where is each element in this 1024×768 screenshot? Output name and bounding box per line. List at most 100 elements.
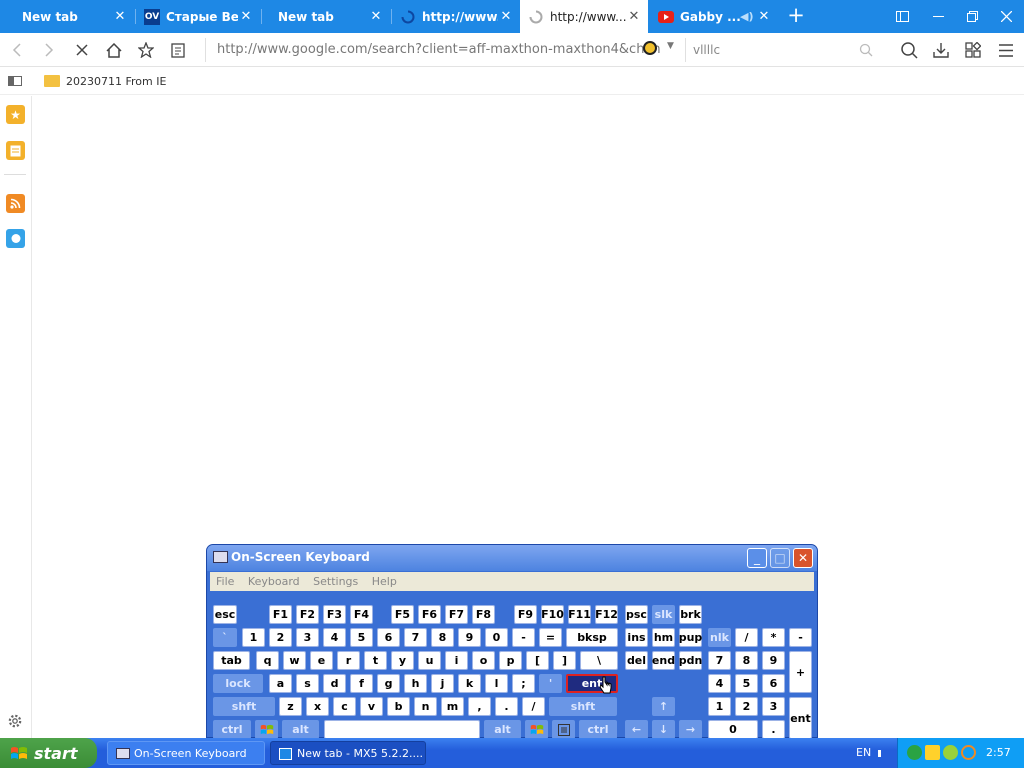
key-char[interactable]: x <box>306 697 329 716</box>
key-hm[interactable]: hm <box>652 628 675 647</box>
key-brk[interactable]: brk <box>679 605 702 624</box>
key-char[interactable]: m <box>441 697 464 716</box>
magnifier-icon[interactable] <box>896 33 922 67</box>
tab-close-icon[interactable]: ✕ <box>626 9 642 24</box>
settings-icon[interactable] <box>7 713 23 729</box>
key-char[interactable]: ; <box>512 674 535 693</box>
tab-old-versions[interactable]: OV Старые Вер... ✕ <box>136 0 260 33</box>
key-char[interactable]: t <box>364 651 387 670</box>
close-icon[interactable] <box>990 0 1022 33</box>
key-char[interactable]: - <box>512 628 535 647</box>
key-char[interactable]: e <box>310 651 333 670</box>
key-char[interactable]: 7 <box>404 628 427 647</box>
key-char[interactable]: q <box>256 651 279 670</box>
key-char[interactable]: b <box>387 697 410 716</box>
key-F1[interactable]: F1 <box>269 605 292 624</box>
key-F4[interactable]: F4 <box>350 605 373 624</box>
key-char[interactable]: v <box>360 697 383 716</box>
key-char[interactable]: . <box>495 697 518 716</box>
tab-new-tab-2[interactable]: New tab ✕ <box>262 0 390 33</box>
windows-key[interactable] <box>525 720 548 739</box>
menu-settings[interactable]: Settings <box>313 575 358 588</box>
key-char[interactable]: 5 <box>350 628 373 647</box>
key-char[interactable]: h <box>404 674 427 693</box>
key-char[interactable]: , <box>468 697 491 716</box>
taskbar-item-browser[interactable]: New tab - MX5 5.2.2.... <box>270 741 426 765</box>
key-lock[interactable]: lock <box>213 674 263 693</box>
address-bar[interactable]: http://www.google.com/search?client=aff-… <box>205 38 683 62</box>
key-char[interactable]: g <box>377 674 400 693</box>
key-alt[interactable]: alt <box>484 720 521 739</box>
key-F8[interactable]: F8 <box>472 605 495 624</box>
key-F12[interactable]: F12 <box>595 605 618 624</box>
favorites-icon[interactable]: ★ <box>6 105 25 124</box>
key-char[interactable]: ' <box>539 674 562 693</box>
key-char[interactable]: / <box>735 628 758 647</box>
taskbar-item-osk[interactable]: On-Screen Keyboard <box>107 741 265 765</box>
sidebar-toggle-icon[interactable] <box>886 0 918 33</box>
key-char[interactable]: k <box>458 674 481 693</box>
key-char[interactable]: ↓ <box>652 720 675 739</box>
key-F2[interactable]: F2 <box>296 605 319 624</box>
key-F6[interactable]: F6 <box>418 605 441 624</box>
key-F11[interactable]: F11 <box>568 605 591 624</box>
key-F9[interactable]: F9 <box>514 605 537 624</box>
tab-youtube[interactable]: Gabby ... ◀) ✕ <box>650 0 778 33</box>
notes-icon[interactable] <box>6 141 25 160</box>
tab-close-icon[interactable]: ✕ <box>112 9 128 24</box>
menu-icon[interactable] <box>993 33 1019 67</box>
key-char[interactable]: = <box>539 628 562 647</box>
key-char[interactable]: w <box>283 651 306 670</box>
key-F5[interactable]: F5 <box>391 605 414 624</box>
network-icon[interactable] <box>943 745 958 760</box>
menu-help[interactable]: Help <box>372 575 397 588</box>
key-char[interactable]: 3 <box>296 628 319 647</box>
key-F3[interactable]: F3 <box>323 605 346 624</box>
key-slk[interactable]: slk <box>652 605 675 624</box>
tab-loading-active[interactable]: http://www.... ✕ <box>520 0 648 33</box>
extensions-icon[interactable] <box>960 33 986 67</box>
shield-icon[interactable] <box>925 745 940 760</box>
rss-icon[interactable] <box>6 194 25 213</box>
key-char[interactable]: 8 <box>431 628 454 647</box>
key-char[interactable]: → <box>679 720 702 739</box>
key-char[interactable]: u <box>418 651 441 670</box>
key-ctrl[interactable]: ctrl <box>579 720 617 739</box>
key-char[interactable]: 5 <box>735 674 758 693</box>
magnifier-icon[interactable] <box>961 745 976 760</box>
key-char[interactable]: j <box>431 674 454 693</box>
key-shft[interactable]: shft <box>213 697 275 716</box>
key-pdn[interactable]: pdn <box>679 651 702 670</box>
utorrent-icon[interactable] <box>907 745 922 760</box>
space-key[interactable] <box>324 720 480 739</box>
start-button[interactable]: start <box>0 738 97 768</box>
restore-icon[interactable] <box>956 0 988 33</box>
download-icon[interactable] <box>928 33 954 67</box>
key-char[interactable]: i <box>445 651 468 670</box>
key-char[interactable]: * <box>762 628 785 647</box>
key-char[interactable]: d <box>323 674 346 693</box>
key-char[interactable]: r <box>337 651 360 670</box>
tab-close-icon[interactable]: ✕ <box>238 9 254 24</box>
language-indicator[interactable]: EN <box>856 746 871 759</box>
key-char[interactable]: 2 <box>735 697 758 716</box>
key-char[interactable]: a <box>269 674 292 693</box>
key-char[interactable]: c <box>333 697 356 716</box>
key-F10[interactable]: F10 <box>541 605 564 624</box>
star-icon[interactable] <box>133 33 159 67</box>
key-char[interactable]: 1 <box>242 628 265 647</box>
key-char[interactable]: y <box>391 651 414 670</box>
tab-close-icon[interactable]: ✕ <box>756 9 772 24</box>
key-char[interactable]: l <box>485 674 508 693</box>
bubble-icon[interactable] <box>6 229 25 248</box>
key-char[interactable]: 8 <box>735 651 758 670</box>
bookmark-folder[interactable]: 20230711 From IE <box>44 72 166 90</box>
search-input[interactable]: vllllc <box>685 38 881 62</box>
key-bksp[interactable]: bksp <box>566 628 618 647</box>
tab-new-tab-1[interactable]: New tab ✕ <box>0 0 134 33</box>
sidebar-panel-icon[interactable] <box>8 76 22 86</box>
key-esc[interactable]: esc <box>213 605 237 624</box>
home-icon[interactable] <box>101 33 127 67</box>
key-char[interactable]: ↑ <box>652 697 675 716</box>
stop-loading-icon[interactable] <box>69 33 95 67</box>
